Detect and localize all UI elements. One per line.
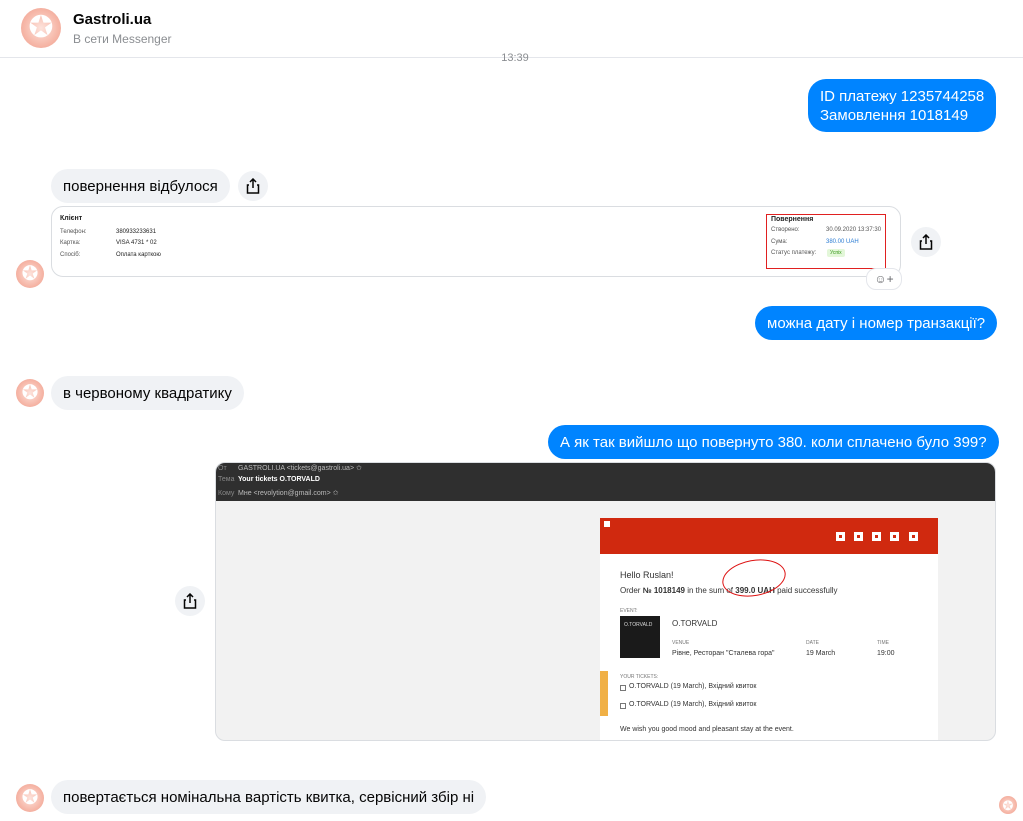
method-label: Спосіб: [60, 252, 81, 258]
message-timestamp: 13:39 [501, 52, 529, 64]
event-label: EVENT: [620, 608, 638, 614]
event-poster: O.TORVALD [620, 616, 660, 658]
message-text: повертається номінальна вартість квитка,… [63, 789, 475, 806]
card-label: Картка: [60, 240, 81, 246]
star-logo-icon: ✪ [28, 11, 54, 44]
event-name: O.TORVALD [672, 619, 718, 628]
star-logo-icon: ✪ [1002, 797, 1014, 813]
client-title: Клієнт [60, 215, 83, 222]
conversation-header: ✪ Gastroli.ua В сети Messenger [0, 0, 1023, 58]
created-value: 30.09.2020 13:37:30 [826, 227, 882, 233]
sum-label: Сума: [771, 239, 788, 245]
method-value: Оплата карткою [116, 252, 161, 258]
payment-screenshot[interactable]: Клієнт Телефон: 380933233631 Картка: VIS… [51, 206, 901, 277]
message-text: А як так вийшло що повернуто 380. коли с… [560, 434, 987, 451]
contact-status: В сети Messenger [73, 32, 172, 46]
email-from-row: От GASTROLI.UA <tickets@gastroli.ua> ✩ [218, 465, 362, 472]
message-text-line: Замовлення 1018149 [820, 107, 969, 124]
message-outgoing-date-request[interactable]: можна дату і номер транзакції? [755, 306, 998, 340]
social-icon [872, 532, 881, 541]
message-text: в червоному квадратику [63, 385, 232, 402]
message-text: можна дату і номер транзакції? [767, 315, 986, 332]
read-receipt-avatar: ✪ [999, 796, 1017, 814]
message-text-line: ID платежу 1235744258 [820, 88, 985, 105]
refund-title: Повернення [771, 216, 814, 223]
star-logo-icon: ✪ [21, 382, 39, 404]
venue-value: Рівне, Ресторан "Сталева гора" [672, 650, 775, 657]
message-outgoing-payment-id[interactable]: ID платежу 1235744258 Замовлення 1018149 [808, 79, 996, 132]
ticket-accent-bar [600, 671, 608, 716]
smiley-plus-icon: ☺+ [874, 272, 894, 286]
sender-avatar[interactable]: ✪ [16, 260, 44, 288]
status-label: Статус платежу: [771, 250, 817, 256]
star-logo-icon: ✪ [21, 787, 39, 809]
share-icon [246, 178, 260, 194]
email-screenshot[interactable]: От GASTROLI.UA <tickets@gastroli.ua> ✩ Те… [215, 462, 996, 741]
star-logo-icon: ✪ [21, 263, 39, 285]
status-badge: Успіх [827, 249, 845, 257]
sender-avatar[interactable]: ✪ [16, 784, 44, 812]
ticket-item: O.TORVALD (19 March), Вхідний квиток [629, 683, 757, 690]
email-subject-row: Тема Your tickets O.TORVALD [218, 476, 320, 483]
date-value: 19 March [806, 650, 836, 657]
message-incoming-nominal-refund[interactable]: повертається номінальна вартість квитка,… [51, 780, 487, 814]
message-outgoing-why-380[interactable]: А як так вийшло що повернуто 380. коли с… [548, 425, 999, 459]
share-button[interactable] [238, 171, 268, 201]
time-value: 19:00 [877, 650, 895, 657]
sum-value: 380.00 UAH [826, 239, 859, 245]
time-label: TIME [877, 640, 889, 646]
email-wish: We wish you good mood and pleasant stay … [620, 726, 794, 733]
share-icon [183, 593, 197, 609]
checkbox-icon [620, 703, 626, 709]
social-icon [854, 532, 863, 541]
email-banner [600, 518, 938, 554]
created-label: Створено: [771, 227, 800, 233]
social-icon [909, 532, 918, 541]
checkbox-icon [620, 685, 626, 691]
add-reaction-button[interactable]: ☺+ [866, 268, 902, 290]
contact-name[interactable]: Gastroli.ua [73, 11, 151, 28]
tickets-label: YOUR TICKETS: [620, 674, 659, 680]
ticket-item: O.TORVALD (19 March), Вхідний квиток [629, 701, 757, 708]
message-incoming-red-square[interactable]: в червоному квадратику [51, 376, 244, 410]
date-label: DATE [806, 640, 819, 646]
venue-label: VENUE [672, 640, 690, 646]
email-header: От GASTROLI.UA <tickets@gastroli.ua> ✩ Те… [216, 463, 995, 501]
email-body: Hello Ruslan! Order № 1018149 in the sum… [600, 518, 938, 740]
message-incoming-refund-done[interactable]: повернення відбулося [51, 169, 230, 203]
social-icon [836, 532, 845, 541]
message-text: повернення відбулося [63, 178, 218, 195]
card-value: VISA 4731 * 02 [116, 240, 157, 246]
email-greeting: Hello Ruslan! [620, 570, 674, 580]
sender-avatar[interactable]: ✪ [16, 379, 44, 407]
email-to-row: Кому Мне <revolytion@gmail.com> ✩ [218, 490, 339, 497]
share-button[interactable] [911, 227, 941, 257]
phone-value: 380933233631 [116, 229, 157, 235]
share-button[interactable] [175, 586, 205, 616]
contact-avatar[interactable]: ✪ [21, 8, 61, 48]
share-icon [919, 234, 933, 250]
social-icon [890, 532, 899, 541]
phone-label: Телефон: [60, 229, 87, 235]
gastroli-logo-icon [604, 521, 610, 527]
